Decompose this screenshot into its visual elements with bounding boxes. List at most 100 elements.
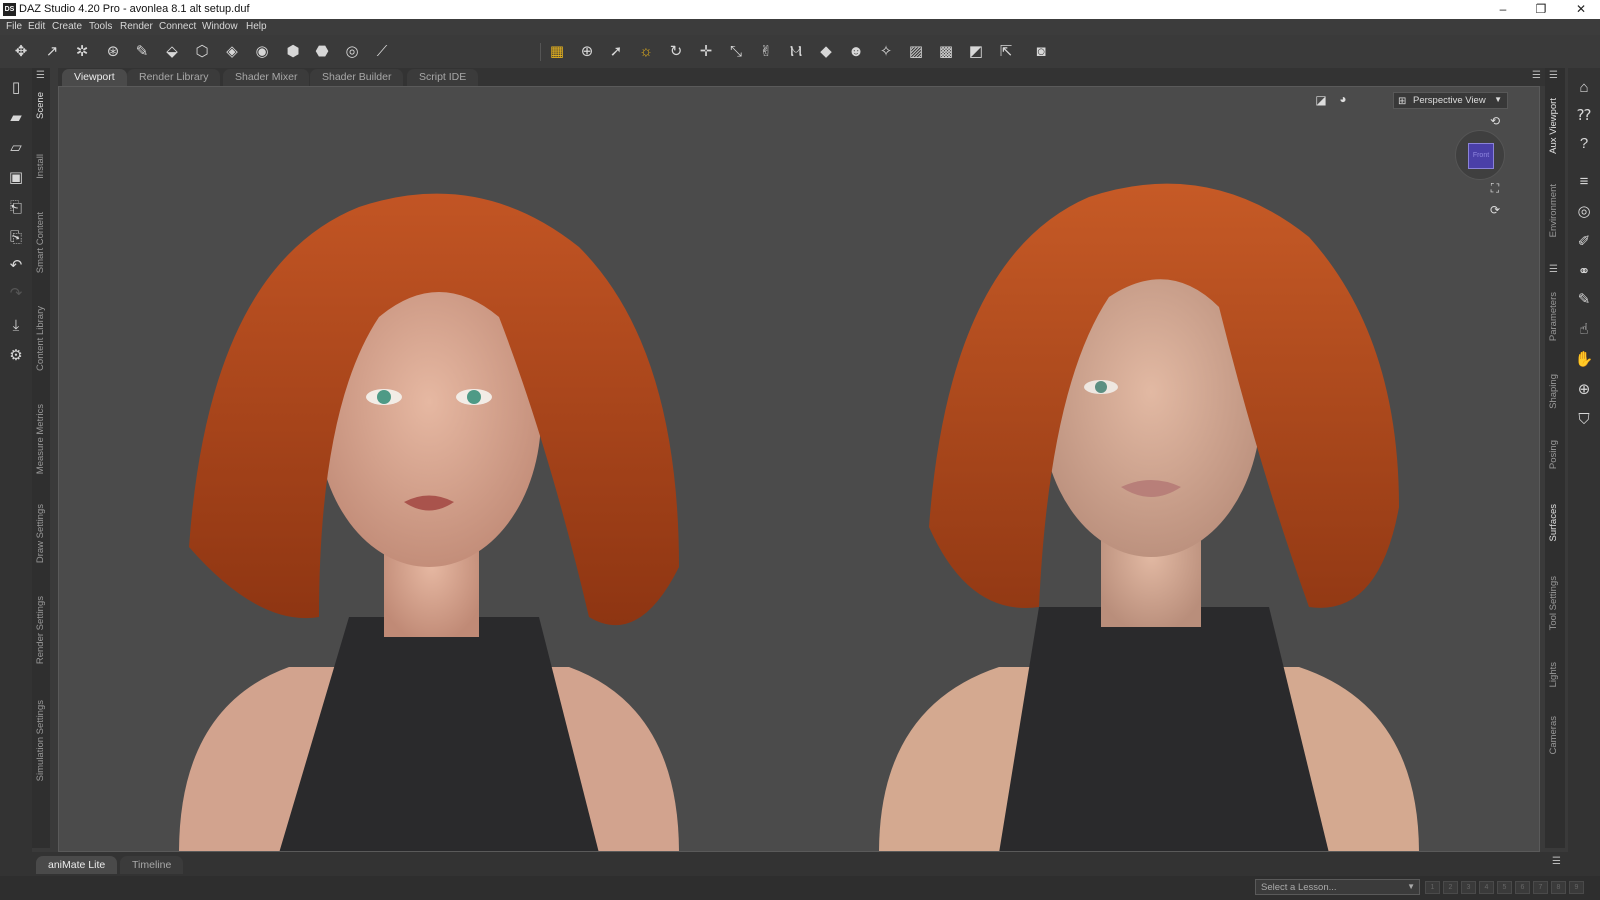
- close-button[interactable]: ✕: [1562, 0, 1600, 19]
- lesson-step-2[interactable]: 2: [1443, 881, 1458, 894]
- geometry-editor-icon[interactable]: ⬙: [162, 42, 182, 62]
- redo-icon[interactable]: ↷: [6, 284, 26, 304]
- surface-selection-icon[interactable]: ⬣: [312, 42, 332, 62]
- viewport[interactable]: ◪ ◕ ☰ ⟲ ✥ ⚲ ⛶ ⟳: [58, 86, 1540, 852]
- lesson-step-8[interactable]: 8: [1551, 881, 1566, 894]
- lesson-step-3[interactable]: 3: [1461, 881, 1476, 894]
- tab-install[interactable]: Install: [32, 154, 50, 190]
- view-cube[interactable]: Front: [1455, 130, 1505, 180]
- settings-icon[interactable]: ⚙: [6, 346, 26, 366]
- tab-surfaces[interactable]: Surfaces: [1545, 504, 1563, 552]
- translate-tool-icon[interactable]: ✛: [696, 42, 716, 62]
- rotate-tool-icon[interactable]: ↻: [666, 42, 686, 62]
- frame-icon[interactable]: ⛶: [1487, 180, 1503, 196]
- brush-icon[interactable]: ✐: [1574, 232, 1594, 252]
- lesson-step-5[interactable]: 5: [1497, 881, 1512, 894]
- drop-to-floor-icon[interactable]: ⤓: [6, 316, 26, 336]
- whats-this-icon[interactable]: ⁇: [1574, 106, 1594, 126]
- transfer-icon[interactable]: ◉: [252, 42, 272, 62]
- menu-edit[interactable]: Edit: [28, 21, 45, 32]
- tab-render-library[interactable]: Render Library: [127, 69, 221, 86]
- pane-menu-icon[interactable]: ☰: [1549, 70, 1558, 81]
- node-weight-icon[interactable]: ⊛: [103, 42, 123, 62]
- help-icon[interactable]: ?: [1574, 134, 1594, 154]
- menu-help[interactable]: Help: [246, 21, 267, 32]
- globe-icon[interactable]: ⊕: [1574, 380, 1594, 400]
- tab-render-settings[interactable]: Render Settings: [32, 596, 50, 676]
- orbit-icon[interactable]: ⟲: [1487, 113, 1503, 129]
- tab-measure-metrics[interactable]: Measure Metrics: [32, 404, 50, 480]
- bone-tool-icon[interactable]: ⟋: [372, 42, 392, 62]
- region-render-icon[interactable]: ▨: [906, 42, 926, 62]
- tab-shader-builder[interactable]: Shader Builder: [310, 69, 404, 86]
- joint-tool-icon[interactable]: ✎: [132, 42, 152, 62]
- tabstrip-menu-icon[interactable]: ☰: [1532, 70, 1541, 81]
- weight-map-icon[interactable]: ⬢: [283, 42, 303, 62]
- tab-shaping[interactable]: Shaping: [1545, 374, 1563, 418]
- image-edit-icon[interactable]: ▩: [936, 42, 956, 62]
- bottom-panel-menu-icon[interactable]: ☰: [1552, 856, 1561, 867]
- tab-draw-settings[interactable]: Draw Settings: [32, 504, 50, 574]
- lesson-step-7[interactable]: 7: [1533, 881, 1548, 894]
- home-icon[interactable]: ⌂: [1574, 78, 1594, 98]
- menu-tools[interactable]: Tools: [89, 21, 112, 32]
- lesson-step-9[interactable]: 9: [1569, 881, 1584, 894]
- tab-script-ide[interactable]: Script IDE: [407, 69, 479, 86]
- joint-editor-icon[interactable]: ↗: [42, 42, 62, 62]
- view-cube-face[interactable]: Front: [1468, 143, 1494, 169]
- tab-aux-viewport[interactable]: Aux Viewport: [1545, 98, 1563, 164]
- import-icon[interactable]: ⎗: [6, 198, 26, 218]
- geometry-sculpt-icon[interactable]: ◈: [222, 42, 242, 62]
- tab-shader-mixer[interactable]: Shader Mixer: [223, 69, 310, 86]
- menu-render[interactable]: Render: [120, 21, 153, 32]
- tab-cameras[interactable]: Cameras: [1545, 716, 1563, 762]
- maximize-button[interactable]: ❐: [1522, 0, 1560, 19]
- scale-tool-icon[interactable]: ⤡: [726, 42, 746, 62]
- pane-menu-icon[interactable]: ☰: [1549, 264, 1558, 275]
- rigid-follow-icon[interactable]: ✲: [72, 42, 92, 62]
- merge-file-icon[interactable]: ▱: [6, 138, 26, 158]
- tab-tool-settings[interactable]: Tool Settings: [1545, 576, 1563, 642]
- camera-selector[interactable]: ⊞ Perspective View ▼: [1393, 92, 1508, 109]
- joint-rotate-icon[interactable]: ✌: [756, 42, 776, 62]
- lesson-step-1[interactable]: 1: [1425, 881, 1440, 894]
- camera-icon[interactable]: ◙: [1031, 42, 1051, 62]
- tab-viewport[interactable]: Viewport: [62, 69, 127, 86]
- minimize-button[interactable]: –: [1484, 0, 1522, 19]
- polygon-group-icon[interactable]: ⬡: [192, 42, 212, 62]
- active-pose-icon[interactable]: ☼: [636, 42, 656, 62]
- menu-file[interactable]: File: [6, 21, 22, 32]
- tab-lights[interactable]: Lights: [1545, 662, 1563, 698]
- menu-connect[interactable]: Connect: [159, 21, 196, 32]
- edge-tool-icon[interactable]: Ⲙ: [786, 42, 806, 62]
- lesson-selector[interactable]: Select a Lesson... ▼: [1255, 879, 1420, 895]
- new-file-icon[interactable]: ▯: [6, 78, 26, 98]
- lesson-step-4[interactable]: 4: [1479, 881, 1494, 894]
- reset-view-icon[interactable]: ⟳: [1487, 202, 1503, 218]
- tag-icon[interactable]: ⛉: [1574, 410, 1594, 430]
- undo-icon[interactable]: ↶: [6, 256, 26, 276]
- node-grid-icon[interactable]: ▦: [547, 42, 567, 62]
- pane-menu-icon[interactable]: ☰: [36, 70, 45, 81]
- save-icon[interactable]: ▣: [6, 168, 26, 188]
- surface-tool-icon[interactable]: ◆: [816, 42, 836, 62]
- tab-posing[interactable]: Posing: [1545, 440, 1563, 480]
- target-icon[interactable]: ◎: [1574, 202, 1594, 222]
- export-icon[interactable]: ⎘: [6, 228, 26, 248]
- menu-window[interactable]: Window: [202, 21, 238, 32]
- figure-setup-icon[interactable]: ✥: [11, 42, 31, 62]
- tab-animate-lite[interactable]: aniMate Lite: [36, 856, 118, 874]
- align-icon[interactable]: ≡: [1574, 172, 1594, 192]
- tab-environment[interactable]: Environment: [1545, 184, 1563, 248]
- spot-render-icon[interactable]: ✧: [876, 42, 896, 62]
- lesson-step-6[interactable]: 6: [1515, 881, 1530, 894]
- tab-timeline[interactable]: Timeline: [120, 856, 184, 874]
- pose-hand-icon[interactable]: ✋: [1574, 350, 1594, 370]
- tab-smart-content[interactable]: Smart Content: [32, 212, 50, 282]
- select-tool-icon[interactable]: ⇱: [996, 42, 1016, 62]
- draw-style-icon[interactable]: ◕: [1335, 91, 1351, 107]
- posing-tool-icon[interactable]: ☻: [846, 42, 866, 62]
- link-icon[interactable]: ⚭: [1574, 262, 1594, 282]
- tab-content-library[interactable]: Content Library: [32, 306, 50, 378]
- open-file-icon[interactable]: ▰: [6, 108, 26, 128]
